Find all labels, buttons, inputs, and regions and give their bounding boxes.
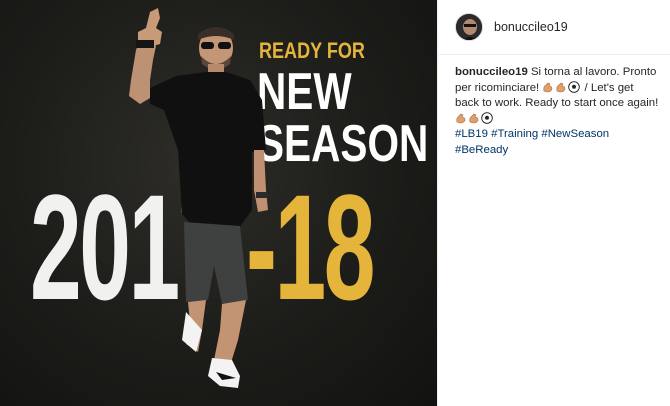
hashtag-link[interactable]: #LB19 bbox=[455, 128, 488, 140]
hashtag-link[interactable]: #BeReady bbox=[455, 144, 508, 156]
player-figure bbox=[129, 8, 268, 388]
flexed-biceps-icon bbox=[456, 113, 466, 124]
post-image[interactable]: READY FOR NEW SEASON 2017 -18 bbox=[0, 0, 437, 406]
post-caption: bonuccileo19 Si torna al lavoro. Pronto … bbox=[438, 55, 670, 159]
flexed-biceps-icon bbox=[543, 82, 553, 92]
post-side-panel: bonuccileo19 bonuccileo19 Si torna al la… bbox=[437, 0, 670, 406]
hashtag-link[interactable]: #NewSeason bbox=[541, 128, 609, 140]
flexed-biceps-icon bbox=[556, 82, 566, 92]
username-link[interactable]: bonuccileo19 bbox=[494, 20, 568, 34]
post-header: bonuccileo19 bbox=[438, 0, 670, 55]
instagram-post: READY FOR NEW SEASON 2017 -18 bonuccileo… bbox=[0, 0, 670, 406]
flexed-biceps-icon bbox=[469, 113, 479, 124]
soccer-ball-icon bbox=[568, 80, 581, 93]
caption-username-link[interactable]: bonuccileo19 bbox=[455, 66, 528, 78]
avatar-photo-icon bbox=[456, 14, 482, 40]
soccer-ball-icon bbox=[481, 112, 493, 124]
avatar[interactable] bbox=[455, 13, 483, 41]
hashtag-link[interactable]: #Training bbox=[491, 128, 538, 140]
